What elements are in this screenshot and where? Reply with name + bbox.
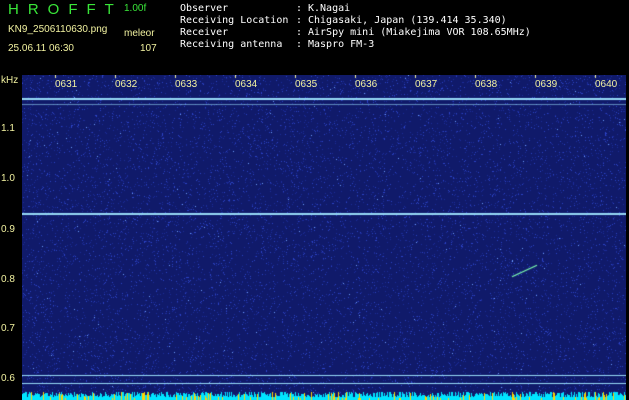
x-tick-label: 0638 xyxy=(475,79,498,90)
version-label: 1.00f xyxy=(124,3,147,14)
app-logo: HROFFT xyxy=(8,1,123,18)
x-tick-label: 0640 xyxy=(595,79,618,90)
x-tick-label: 0634 xyxy=(235,79,258,90)
meta-key: Receiving antenna xyxy=(180,39,283,50)
x-tick-label: 0633 xyxy=(175,79,198,90)
meta-value: K.Nagai xyxy=(308,3,351,14)
y-tick-label: 0.9 xyxy=(1,224,15,235)
y-tick-label: 1.1 xyxy=(1,123,15,134)
x-tick-label: 0635 xyxy=(295,79,318,90)
meta-row-receiver: Receiver: AirSpy mini (Miakejima VOR 108.… xyxy=(180,27,531,38)
count-label: 107 xyxy=(140,43,157,54)
x-tick-label: 0636 xyxy=(355,79,378,90)
meta-key: Receiving Location xyxy=(180,15,289,26)
x-tick-label: 0639 xyxy=(535,79,558,90)
meta-key: Observer xyxy=(180,3,229,14)
meta-value: Chigasaki, Japan (139.414 35.340) xyxy=(308,15,507,26)
meta-row-antenna: Receiving antenna: Maspro FM-3 xyxy=(180,39,375,50)
filename-label: KN9_2506110630.png xyxy=(8,24,108,35)
x-tick-label: 0632 xyxy=(115,79,138,90)
y-tick-label: 0.7 xyxy=(1,323,15,334)
y-tick-label: 0.6 xyxy=(1,373,15,384)
y-tick-label: 0.8 xyxy=(1,274,15,285)
spectrogram-canvas xyxy=(22,75,626,400)
meta-row-location: Receiving Location: Chigasaki, Japan (139… xyxy=(180,15,507,26)
meta-value: AirSpy mini (Miakejima VOR 108.65MHz) xyxy=(308,27,531,38)
meta-key: Receiver xyxy=(180,27,229,38)
datetime-label: 25.06.11 06:30 xyxy=(8,43,74,54)
y-tick-label: 1.0 xyxy=(1,173,15,184)
meta-value: Maspro FM-3 xyxy=(308,39,375,50)
x-tick-label: 0631 xyxy=(55,79,78,90)
meta-row-observer: Observer: K.Nagai xyxy=(180,3,351,14)
x-tick-label: 0637 xyxy=(415,79,438,90)
mode-label: meleor xyxy=(124,28,155,39)
y-axis-unit: kHz xyxy=(1,75,19,86)
header-panel: HROFFT 1.00f KN9_2506110630.png meleor 2… xyxy=(0,0,629,75)
